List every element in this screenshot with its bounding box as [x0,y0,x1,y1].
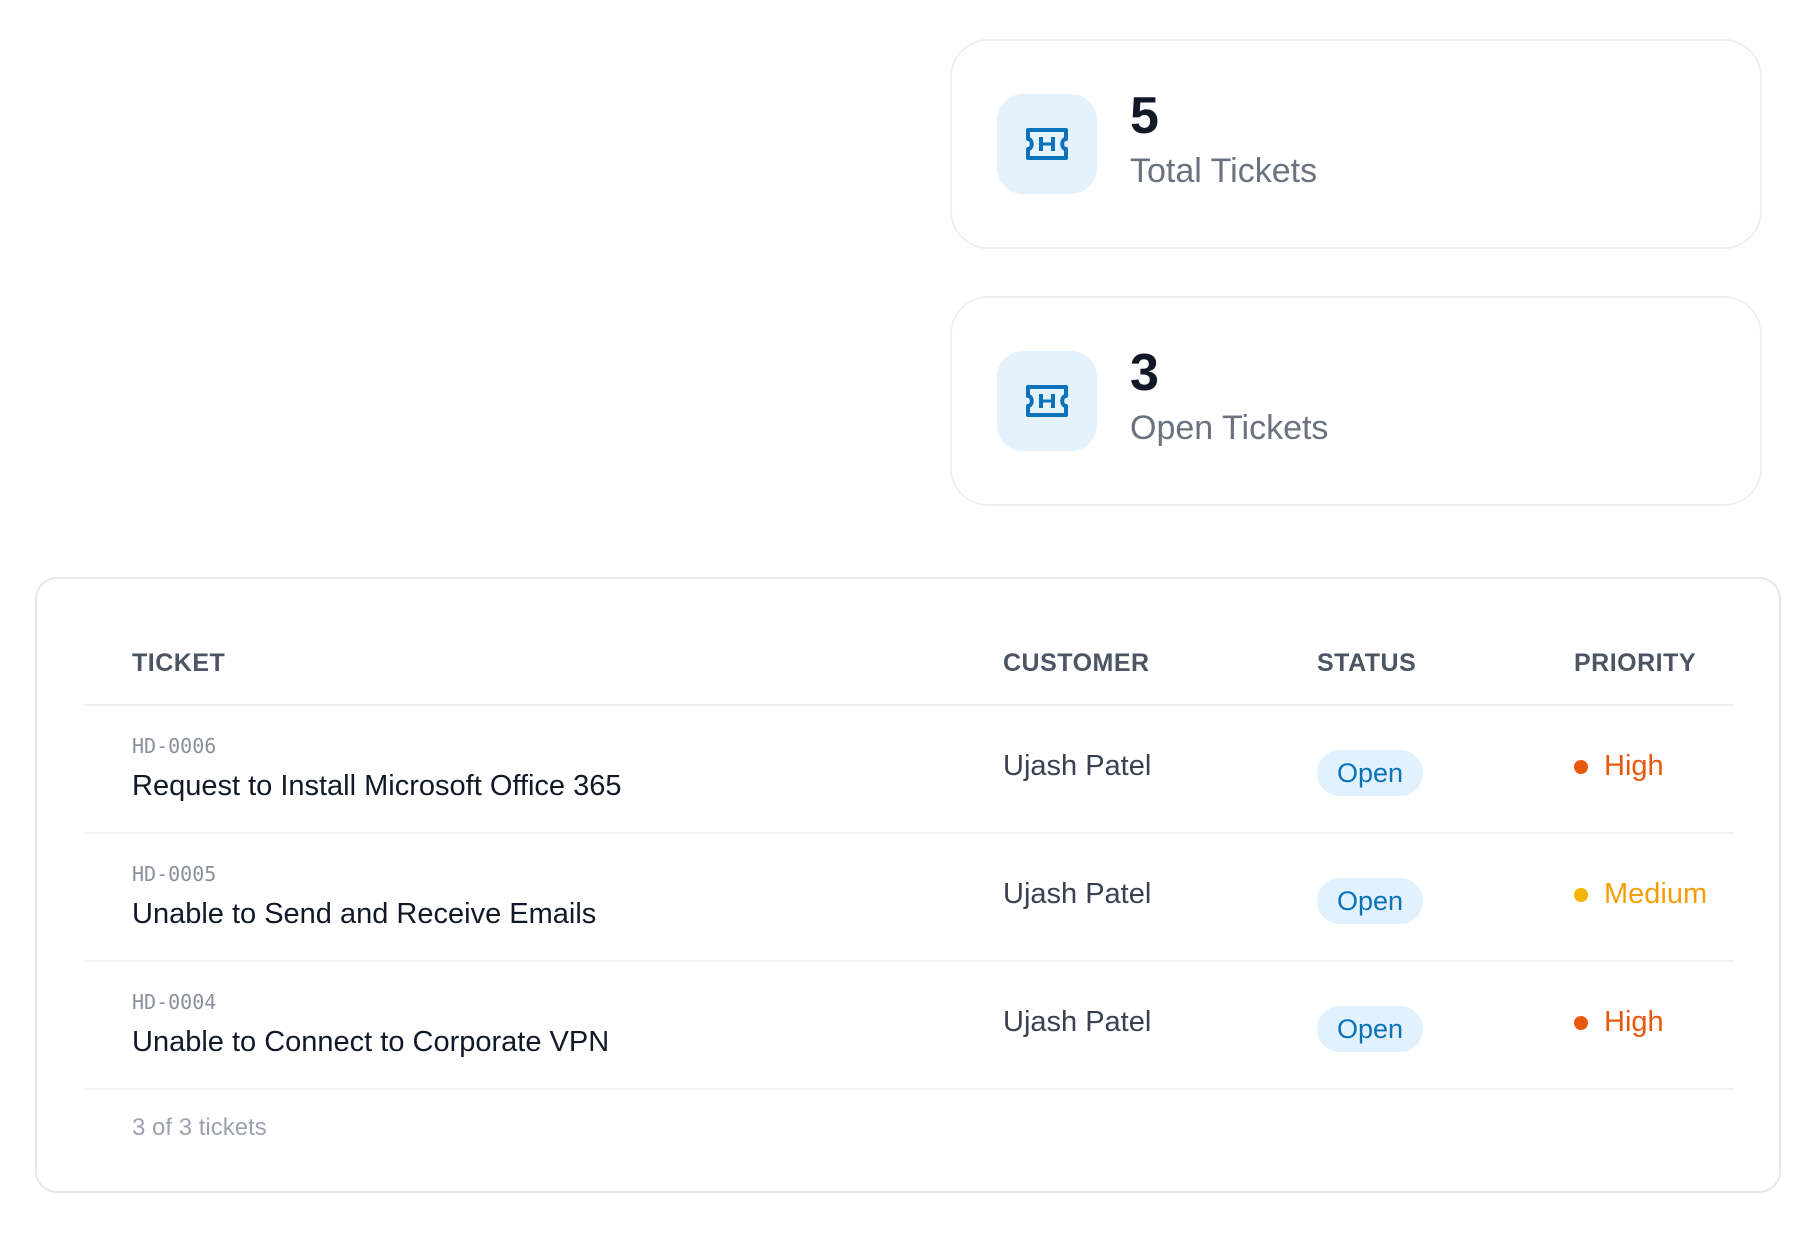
table-row[interactable]: HD-0006 Request to Install Microsoft Off… [84,706,1734,834]
table-header: TICKET CUSTOMER STATUS PRIORITY [84,579,1734,706]
priority-dot-icon [1574,1015,1588,1030]
total-tickets-card: 5 Total Tickets [950,39,1762,249]
ticket-id: HD-0004 [132,990,217,1014]
ticket-customer: Ujash Patel [1003,750,1152,782]
priority-label: Medium [1604,878,1708,910]
open-tickets-value: 3 [1130,344,1159,402]
dashboard-page: 5 Total Tickets 3 Open Tickets TICKET CU… [0,0,1809,1233]
column-header-priority[interactable]: PRIORITY [1574,649,1696,678]
status-badge: Open [1317,1006,1424,1052]
ticket-customer: Ujash Patel [1003,1006,1152,1038]
ticket-id: HD-0005 [132,862,217,886]
tickets-table: TICKET CUSTOMER STATUS PRIORITY HD-0006 … [35,577,1781,1193]
priority-indicator: High [1574,750,1664,783]
column-header-ticket[interactable]: TICKET [132,649,225,678]
priority-dot-icon [1574,759,1588,774]
ticket-icon [997,351,1097,451]
ticket-icon [997,94,1097,194]
table-footer-count: 3 of 3 tickets [132,1114,267,1141]
ticket-title[interactable]: Unable to Send and Receive Emails [132,898,596,931]
priority-label: High [1604,1006,1664,1038]
column-header-customer[interactable]: CUSTOMER [1003,649,1150,678]
priority-dot-icon [1574,887,1588,902]
table-row[interactable]: HD-0005 Unable to Send and Receive Email… [84,834,1734,962]
open-tickets-card: 3 Open Tickets [950,296,1762,506]
priority-label: High [1604,750,1664,782]
total-tickets-label: Total Tickets [1130,152,1318,190]
total-tickets-value: 5 [1130,87,1159,145]
table-row[interactable]: HD-0004 Unable to Connect to Corporate V… [84,962,1734,1090]
open-tickets-label: Open Tickets [1130,409,1329,447]
ticket-id: HD-0006 [132,734,217,758]
status-badge: Open [1317,878,1424,924]
ticket-customer: Ujash Patel [1003,878,1152,910]
priority-indicator: Medium [1574,878,1707,911]
ticket-title[interactable]: Request to Install Microsoft Office 365 [132,770,621,803]
column-header-status[interactable]: STATUS [1317,649,1416,678]
priority-indicator: High [1574,1006,1664,1039]
status-badge: Open [1317,750,1424,796]
ticket-title[interactable]: Unable to Connect to Corporate VPN [132,1026,609,1059]
